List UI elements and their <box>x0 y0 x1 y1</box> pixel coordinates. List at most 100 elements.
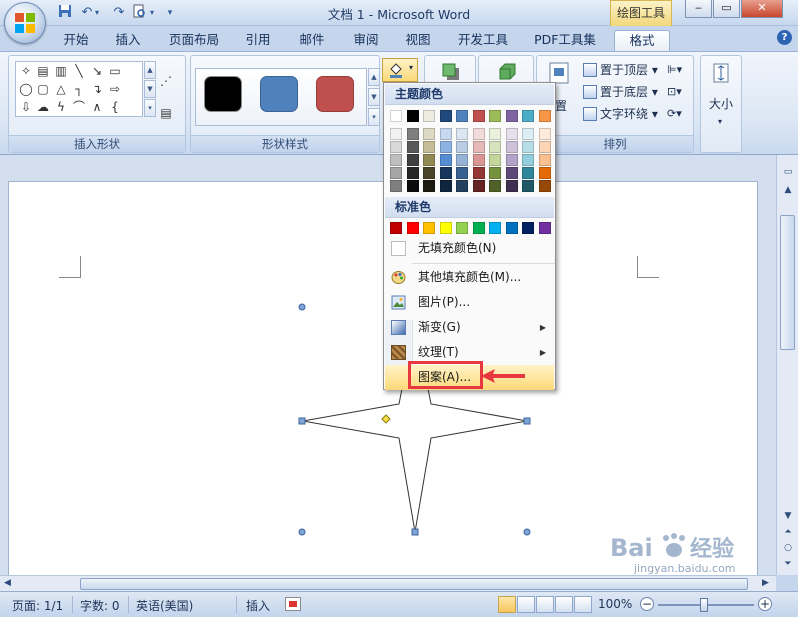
theme-shade-swatch[interactable] <box>505 141 518 153</box>
standard-color-swatch[interactable] <box>456 222 468 234</box>
theme-shade-swatch[interactable] <box>538 128 551 140</box>
theme-shade-swatch[interactable] <box>456 180 468 192</box>
vertical-scrollbar[interactable]: ▭ ▲ ▼ ⏶ ○ ⏷ <box>776 155 798 575</box>
add-text-icon[interactable]: ▤ <box>159 106 173 120</box>
tab-home[interactable]: 开始 <box>56 30 96 51</box>
tab-view[interactable]: 视图 <box>398 30 438 51</box>
group-objects-icon[interactable]: ⊡▾ <box>667 82 682 102</box>
standard-color-swatch[interactable] <box>505 222 518 234</box>
standard-color-swatch[interactable] <box>406 222 419 234</box>
shape-gallery-scroll-down[interactable]: ▼ <box>144 80 156 98</box>
align-icon[interactable]: ⊫▾ <box>667 60 682 80</box>
ruler-toggle-icon[interactable]: ▭ <box>781 167 795 179</box>
3d-effects-icon[interactable] <box>497 62 517 82</box>
theme-shade-swatch[interactable] <box>522 167 534 179</box>
outline-view-icon[interactable] <box>555 596 573 613</box>
office-button[interactable] <box>4 2 46 44</box>
theme-shade-swatch[interactable] <box>456 128 468 140</box>
shape-gallery-more[interactable]: ▾ <box>144 99 156 117</box>
language-indicator[interactable]: 英语(美国) <box>136 597 193 614</box>
theme-shade-swatch[interactable] <box>505 154 518 166</box>
scroll-up-icon[interactable]: ▲ <box>781 185 795 197</box>
tab-format[interactable]: 格式 <box>614 30 670 51</box>
theme-shade-swatch[interactable] <box>538 141 551 153</box>
theme-shade-swatch[interactable] <box>522 128 534 140</box>
theme-shade-swatch[interactable] <box>390 128 402 140</box>
style-gallery-scroll-up[interactable]: ▲ <box>368 68 380 86</box>
standard-color-swatch[interactable] <box>538 222 551 234</box>
style-blue-swatch[interactable] <box>260 76 298 112</box>
menu-item-no-fill[interactable]: 无填充颜色(N) <box>385 236 554 261</box>
vertical-scroll-thumb[interactable] <box>780 215 795 350</box>
size-button[interactable]: 大小 <box>709 94 733 114</box>
edit-shape-icon[interactable]: ⋰ <box>159 74 173 88</box>
theme-shade-swatch[interactable] <box>505 128 518 140</box>
freeform-shape-icon[interactable]: ∧ <box>90 100 104 114</box>
elbow-arrow-icon[interactable]: ↴ <box>90 82 104 96</box>
full-screen-reading-view-icon[interactable] <box>517 596 535 613</box>
maximize-button[interactable]: ▭ <box>713 0 740 18</box>
theme-shade-swatch[interactable] <box>522 154 534 166</box>
style-black-swatch[interactable] <box>204 76 242 112</box>
arc-shape-icon[interactable]: ⌒ <box>72 100 86 114</box>
tab-developer[interactable]: 开发工具 <box>450 30 516 51</box>
standard-color-swatch[interactable] <box>439 222 452 234</box>
theme-shade-swatch[interactable] <box>406 180 419 192</box>
theme-shade-swatch[interactable] <box>456 141 468 153</box>
theme-shade-swatch[interactable] <box>489 141 501 153</box>
zoom-in-icon[interactable]: + <box>758 597 772 611</box>
tab-mailings[interactable]: 邮件 <box>292 30 332 51</box>
theme-shade-swatch[interactable] <box>406 154 419 166</box>
theme-shade-swatch[interactable] <box>406 128 419 140</box>
text-wrapping-button[interactable]: 文字环绕 ▾ <box>583 104 658 124</box>
help-button[interactable]: ? <box>777 30 792 45</box>
text-box-icon[interactable]: ▤ <box>36 64 50 78</box>
scroll-right-icon[interactable]: ▶ <box>762 578 769 588</box>
theme-shade-swatch[interactable] <box>390 154 402 166</box>
scroll-left-icon[interactable]: ◀ <box>4 578 11 588</box>
tab-pdf-tools[interactable]: PDF工具集 <box>528 30 602 51</box>
menu-item-picture[interactable]: 图片(P)... <box>385 290 554 315</box>
shadow-effects-icon[interactable] <box>441 62 461 82</box>
shape-fill-button[interactable]: ▾ <box>382 58 418 82</box>
style-gallery-scroll-down[interactable]: ▼ <box>368 88 380 106</box>
menu-item-more-fill-colors[interactable]: 其他填充颜色(M)... <box>385 265 554 290</box>
theme-shade-swatch[interactable] <box>472 167 485 179</box>
theme-shade-swatch[interactable] <box>472 154 485 166</box>
insert-mode-indicator[interactable]: 插入 <box>246 597 270 614</box>
theme-shade-swatch[interactable] <box>439 128 452 140</box>
minimize-button[interactable]: ‒ <box>685 0 712 18</box>
word-count[interactable]: 字数: 0 <box>80 597 120 614</box>
lightning-shape-icon[interactable]: ϟ <box>54 100 68 114</box>
theme-shade-swatch[interactable] <box>538 180 551 192</box>
theme-color-swatch[interactable] <box>423 110 435 122</box>
theme-shade-swatch[interactable] <box>489 154 501 166</box>
size-dropdown-icon[interactable]: ▾ <box>718 112 722 132</box>
scroll-down-icon[interactable]: ▼ <box>781 511 795 523</box>
standard-color-swatch[interactable] <box>522 222 534 234</box>
style-gallery-more[interactable]: ▾ <box>368 108 380 126</box>
theme-shade-swatch[interactable] <box>423 167 435 179</box>
theme-shade-swatch[interactable] <box>472 180 485 192</box>
send-to-back-button[interactable]: 置于底层 ▾ <box>583 82 658 102</box>
triangle-shape-icon[interactable]: △ <box>54 82 68 96</box>
tab-review[interactable]: 审阅 <box>346 30 386 51</box>
size-icon[interactable] <box>711 62 731 84</box>
arrow-line-icon[interactable]: ↘ <box>90 64 104 78</box>
theme-shade-swatch[interactable] <box>423 141 435 153</box>
vertical-text-box-icon[interactable]: ▥ <box>54 64 68 78</box>
zoom-slider-thumb[interactable] <box>700 598 708 612</box>
theme-shade-swatch[interactable] <box>505 167 518 179</box>
theme-color-swatch[interactable] <box>390 110 402 122</box>
theme-shade-swatch[interactable] <box>522 180 534 192</box>
theme-color-swatch[interactable] <box>456 110 468 122</box>
theme-shade-swatch[interactable] <box>505 180 518 192</box>
rounded-rect-icon[interactable]: ▢ <box>36 82 50 96</box>
theme-shade-swatch[interactable] <box>538 154 551 166</box>
standard-color-swatch[interactable] <box>489 222 501 234</box>
theme-shade-swatch[interactable] <box>472 141 485 153</box>
callout-shape-icon[interactable]: ☁ <box>36 100 50 114</box>
close-button[interactable]: ✕ <box>741 0 783 18</box>
theme-shade-swatch[interactable] <box>456 154 468 166</box>
theme-shade-swatch[interactable] <box>538 167 551 179</box>
